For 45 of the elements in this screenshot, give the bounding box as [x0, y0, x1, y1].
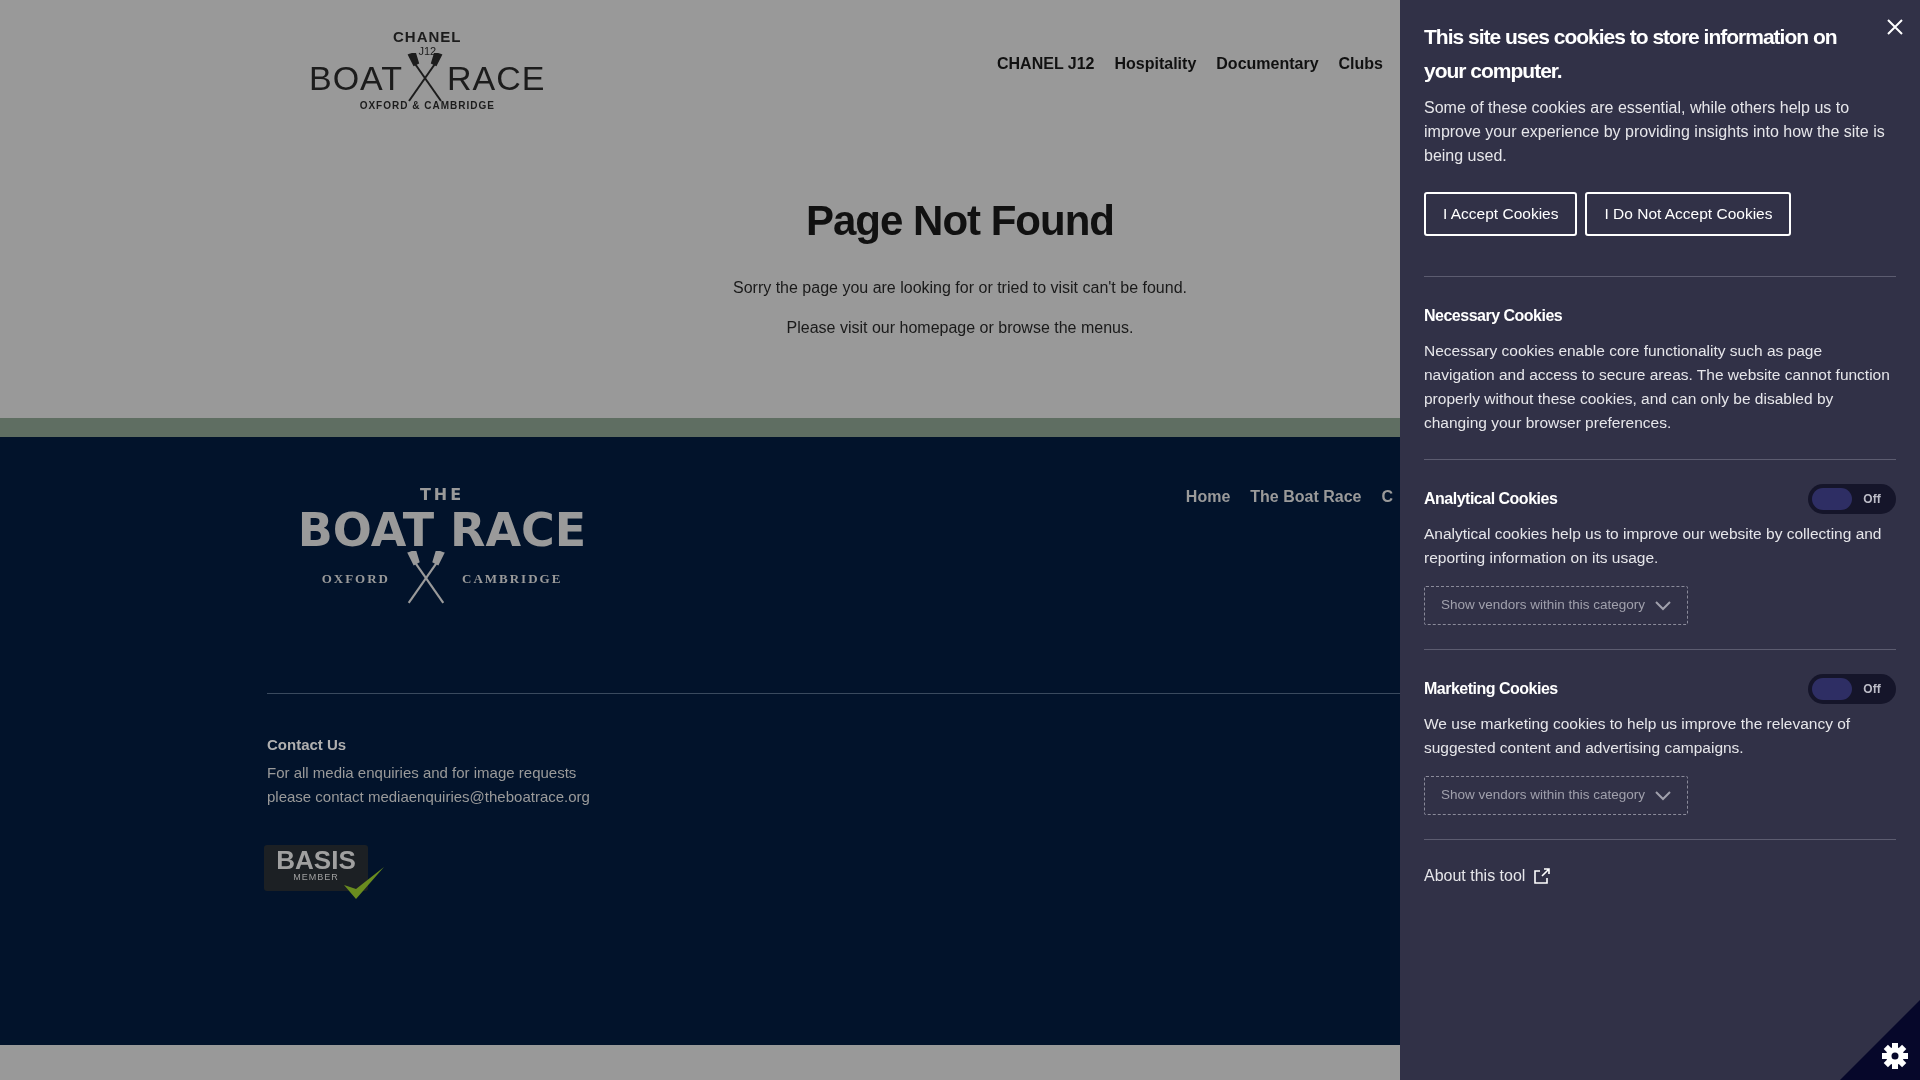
section-text: Analytical cookies help us to improve our website by collecting and reporting information on its usage. [1424, 524, 1883, 568]
footer-link[interactable]: C [1381, 485, 1393, 505]
logo-text: RACE [447, 61, 546, 95]
settings-corner[interactable] [1840, 1000, 1920, 1080]
nav-link[interactable]: Hospitality [1114, 52, 1197, 76]
body-text: Please visit our homepage or browse the menus. [786, 318, 1134, 338]
chevron-down-icon [1655, 600, 1672, 611]
section-title: Analytical Cookies [1424, 489, 1558, 509]
vendors-dropdown[interactable]: Show vendors within this category [1424, 776, 1689, 815]
logo-text: BOAT RACE [297, 507, 587, 553]
close-icon[interactable] [1886, 18, 1904, 36]
logo-text: J12 [418, 46, 437, 57]
nav-link[interactable]: CHANEL J12 [997, 52, 1095, 76]
site-logo[interactable]: CHANEL J12 BOAT RACE OXFORD & CAMBRIDGE [309, 29, 546, 111]
toggle-switch[interactable]: Off [1808, 484, 1896, 514]
about-link[interactable]: About this tool [1424, 864, 1896, 888]
toggle-switch[interactable]: Off [1808, 674, 1896, 704]
nav-link[interactable]: Clubs [1338, 52, 1383, 76]
panel-text: Some of these cookies are essential, while others help us to improve your experience by providing insights into how the site is being used. [1424, 98, 1886, 166]
logo-text: OXFORD [321, 571, 390, 585]
badge-text: BASIS [276, 846, 356, 873]
panel-title: This site uses cookies to store information on your computer. [1424, 24, 1838, 84]
logo-text: BOAT [309, 61, 404, 95]
footer-link[interactable]: Home [1185, 485, 1231, 505]
section-title: Marketing Cookies [1424, 679, 1558, 699]
nav-link[interactable]: Documentary [1216, 52, 1319, 76]
logo-text: OXFORD & CAMBRIDGE [359, 101, 495, 111]
contact-text: For all media enquiries and for image requests please contact mediaenquiries@theboatrace.org [267, 762, 590, 807]
contact-heading: Contact Us [267, 735, 347, 755]
section-title: Necessary Cookies [1424, 306, 1563, 326]
badge-text: MEMBER [293, 872, 339, 882]
vendors-dropdown[interactable]: Show vendors within this category [1424, 586, 1689, 625]
body-text: Sorry the page you are looking for or tried to visit can't be found. [733, 278, 1187, 298]
logo-text: CAMBRIDGE [462, 571, 563, 585]
logo-text: CHANEL [393, 29, 462, 44]
page-title: Page Not Found [806, 200, 1114, 242]
cookie-button[interactable]: I Accept Cookies [1424, 192, 1578, 236]
chevron-down-icon [1655, 790, 1672, 801]
cookie-button[interactable]: I Do Not Accept Cookies [1585, 192, 1792, 236]
footer-link[interactable]: The Boat Race [1250, 485, 1362, 505]
footer-logo[interactable]: THE BOAT RACE OXFORD CAMBRIDGE [297, 487, 587, 617]
section-text: We use marketing cookies to help us improve the relevancy of suggested content and advertising campaigns. [1424, 714, 1852, 758]
logo-text: THE [419, 487, 465, 503]
external-link-icon [1533, 867, 1551, 885]
section-text: Necessary cookies enable core functionality such as page navigation and access to secure areas. The website cannot function properly without these cookies, and can only be disabled by changing your browser preferences. [1424, 341, 1891, 433]
